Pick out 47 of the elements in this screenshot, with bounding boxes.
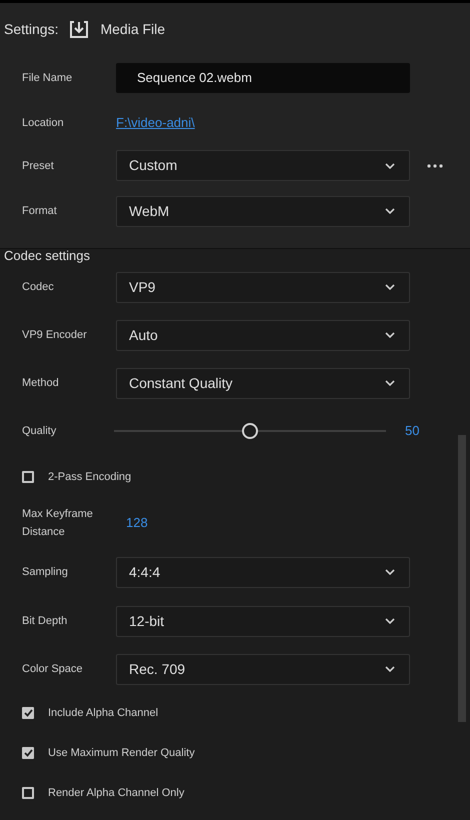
slider-thumb[interactable] [242,423,258,439]
chevron-icon [385,666,395,672]
section-heading: Codec settings [3,249,91,263]
file-name-field[interactable]: Sequence 02.webm [116,63,410,93]
checkbox-label: Include Alpha Channel [48,706,158,721]
chevron-icon [385,284,395,290]
export-icon [70,20,88,38]
field-label: Color Space [22,662,84,677]
dropdown[interactable]: VP9 [116,272,410,302]
dropdown[interactable]: Constant Quality [116,368,410,398]
field-label: Codec [22,280,55,295]
quality-slider[interactable] [114,423,386,439]
keyframe-value[interactable]: 128 [126,513,148,533]
dropdown[interactable]: Rec. 709 [116,654,410,684]
checkbox[interactable] [22,787,34,799]
field-label: VP9 Encoder [22,328,88,343]
checkbox-label: 2-Pass Encoding [48,470,132,485]
field-label: File Name [22,71,74,86]
location-link[interactable]: F:\video-adni\ [116,112,195,132]
chevron-icon [385,162,395,168]
field-label: Format [22,204,58,219]
chevron-icon [385,380,395,386]
dropdown[interactable]: 12-bit [116,606,410,636]
field-label: Preset [22,158,55,174]
dropdown[interactable]: Auto [116,320,410,350]
checkbox-label: Use Maximum Render Quality [48,746,195,761]
dropdown[interactable]: Custom [116,150,410,181]
chevron-icon [385,569,395,575]
checkbox-label: Render Alpha Channel Only [48,786,184,801]
chevron-icon [385,332,395,338]
field-label: Method [22,376,60,391]
checkbox[interactable] [22,707,34,719]
checkbox[interactable] [22,471,34,483]
checkbox[interactable] [22,747,34,759]
chevron-icon [385,208,395,214]
chevron-icon [385,618,395,624]
field-label: Sampling [22,565,69,580]
quality-value[interactable]: 50 [405,421,420,441]
panel-title: Media File [100,20,166,38]
dropdown[interactable]: WebM [116,196,410,226]
settings-label: Settings: [4,20,58,39]
dropdown[interactable]: 4:4:4 [116,556,410,588]
more-icon[interactable] [427,164,443,168]
field-label: Quality [22,424,58,439]
field-label: Bit Depth [22,614,68,629]
field-label: Location [22,116,65,130]
field-label: Max Keyframe Distance [22,507,94,540]
